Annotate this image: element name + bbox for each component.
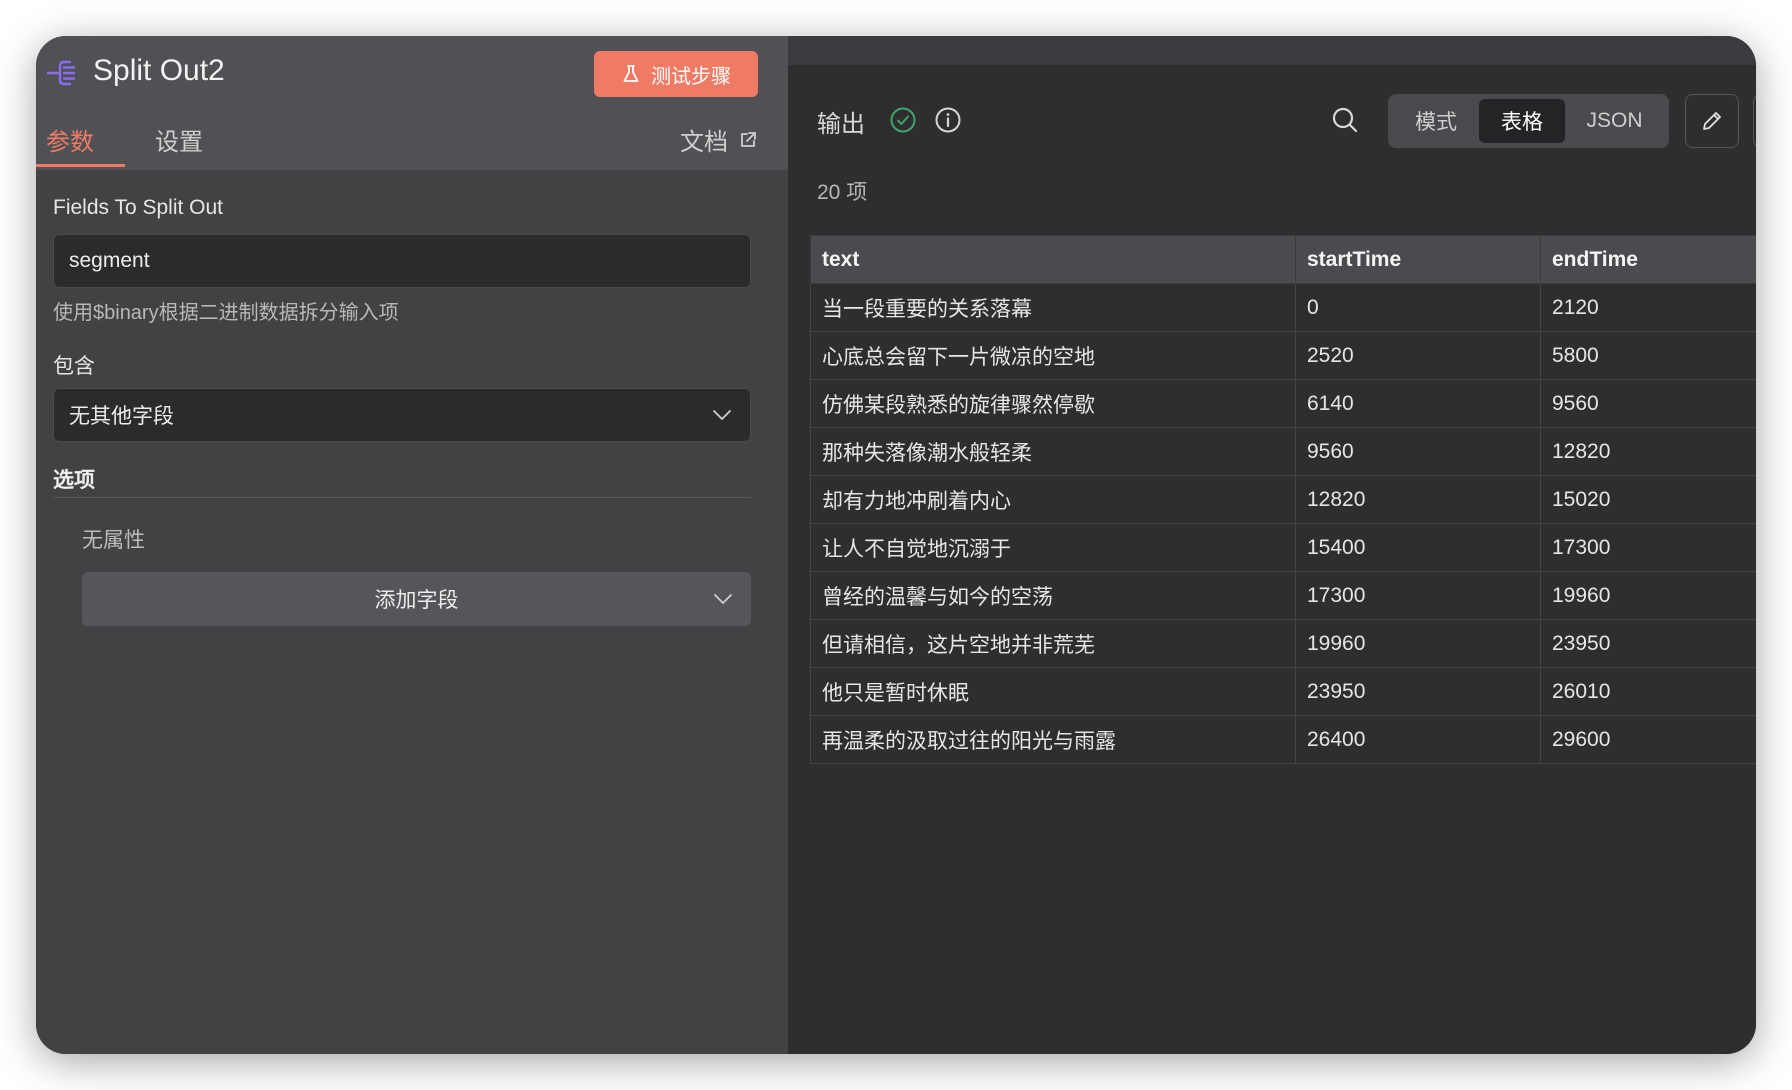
output-table: text startTime endTime 当一段重要的关系落幕 0 2120… bbox=[810, 235, 1756, 764]
column-header-starttime: startTime bbox=[1295, 235, 1541, 284]
table-row: 曾经的温馨与如今的空荡 17300 19960 bbox=[810, 571, 1756, 620]
app-window: Split Out2 测试步骤 参数 设置 文档 Fields To Split… bbox=[36, 36, 1756, 1054]
cell-starttime: 17300 bbox=[1295, 571, 1541, 620]
column-header-text: text bbox=[810, 235, 1296, 284]
docs-label: 文档 bbox=[680, 129, 728, 156]
options-title: 选项 bbox=[53, 469, 95, 492]
cell-text: 却有力地冲刷着内心 bbox=[810, 475, 1296, 524]
include-label: 包含 bbox=[53, 355, 95, 378]
docs-link[interactable]: 文档 bbox=[680, 122, 758, 157]
parameters-panel: Split Out2 测试步骤 参数 设置 文档 Fields To Split… bbox=[36, 36, 788, 1054]
tab-parameters[interactable]: 参数 bbox=[46, 122, 94, 157]
cell-endtime: 29600 bbox=[1540, 715, 1756, 764]
no-properties-text: 无属性 bbox=[82, 529, 145, 552]
cell-endtime: 9560 bbox=[1540, 379, 1756, 428]
fields-to-split-label: Fields To Split Out bbox=[53, 196, 224, 219]
external-link-icon bbox=[741, 131, 756, 147]
node-header: Split Out2 测试步骤 参数 设置 文档 bbox=[36, 36, 788, 170]
cell-text: 但请相信，这片空地并非荒芜 bbox=[810, 619, 1296, 668]
pin-output-button[interactable] bbox=[1753, 94, 1756, 148]
item-count: 20 项 bbox=[817, 181, 868, 204]
split-out-icon bbox=[46, 60, 76, 86]
table-row: 让人不自觉地沉溺于 15400 17300 bbox=[810, 523, 1756, 572]
output-panel: 输出 模式 表格 JSON 20 项 text startTime endTim… bbox=[788, 36, 1756, 1054]
cell-endtime: 26010 bbox=[1540, 667, 1756, 716]
binary-hint: 使用$binary根据二进制数据拆分输入项 bbox=[53, 302, 399, 324]
cell-text: 那种失落像潮水般轻柔 bbox=[810, 427, 1296, 476]
cell-text: 再温柔的汲取过往的阳光与雨露 bbox=[810, 715, 1296, 764]
table-row: 心底总会留下一片微凉的空地 2520 5800 bbox=[810, 331, 1756, 380]
cell-endtime: 15020 bbox=[1540, 475, 1756, 524]
add-field-button[interactable]: 添加字段 bbox=[82, 572, 751, 626]
cell-starttime: 12820 bbox=[1295, 475, 1541, 524]
cell-text: 当一段重要的关系落幕 bbox=[810, 283, 1296, 332]
view-mode-switcher: 模式 表格 JSON bbox=[1388, 94, 1669, 148]
output-title: 输出 bbox=[817, 111, 865, 138]
table-row: 但请相信，这片空地并非荒芜 19960 23950 bbox=[810, 619, 1756, 668]
cell-starttime: 6140 bbox=[1295, 379, 1541, 428]
check-circle-icon bbox=[890, 107, 916, 133]
cell-starttime: 23950 bbox=[1295, 667, 1541, 716]
output-topbar bbox=[788, 36, 1756, 65]
add-field-label: 添加字段 bbox=[374, 589, 459, 612]
cell-text: 曾经的温馨与如今的空荡 bbox=[810, 571, 1296, 620]
table-row: 那种失落像潮水般轻柔 9560 12820 bbox=[810, 427, 1756, 476]
table-row: 他只是暂时休眠 23950 26010 bbox=[810, 667, 1756, 716]
search-icon[interactable] bbox=[1331, 106, 1359, 134]
table-row: 却有力地冲刷着内心 12820 15020 bbox=[810, 475, 1756, 524]
cell-starttime: 19960 bbox=[1295, 619, 1541, 668]
cell-endtime: 2120 bbox=[1540, 283, 1756, 332]
node-title: Split Out2 bbox=[93, 54, 225, 87]
flask-icon bbox=[623, 65, 639, 82]
fields-to-split-input[interactable]: segment bbox=[53, 234, 751, 288]
active-tab-indicator bbox=[36, 164, 125, 167]
tab-settings[interactable]: 设置 bbox=[155, 122, 203, 157]
cell-starttime: 15400 bbox=[1295, 523, 1541, 572]
table-row: 再温柔的汲取过往的阳光与雨露 26400 29600 bbox=[810, 715, 1756, 764]
cell-endtime: 23950 bbox=[1540, 619, 1756, 668]
include-select[interactable]: 无其他字段 bbox=[53, 388, 751, 442]
cell-text: 心底总会留下一片微凉的空地 bbox=[810, 331, 1296, 380]
view-mode-json[interactable]: JSON bbox=[1565, 99, 1664, 143]
edit-output-button[interactable] bbox=[1685, 94, 1739, 148]
test-step-label: 测试步骤 bbox=[651, 65, 731, 88]
column-header-endtime: endTime bbox=[1540, 235, 1756, 284]
cell-text: 让人不自觉地沉溺于 bbox=[810, 523, 1296, 572]
options-divider bbox=[53, 497, 751, 498]
view-mode-table[interactable]: 表格 bbox=[1479, 99, 1565, 143]
cell-starttime: 26400 bbox=[1295, 715, 1541, 764]
cell-endtime: 5800 bbox=[1540, 331, 1756, 380]
cell-text: 他只是暂时休眠 bbox=[810, 667, 1296, 716]
cell-endtime: 19960 bbox=[1540, 571, 1756, 620]
cell-endtime: 12820 bbox=[1540, 427, 1756, 476]
chevron-down-icon bbox=[714, 594, 732, 605]
include-value: 无其他字段 bbox=[69, 405, 174, 428]
cell-starttime: 0 bbox=[1295, 283, 1541, 332]
chevron-down-icon bbox=[713, 410, 731, 421]
cell-starttime: 9560 bbox=[1295, 427, 1541, 476]
view-mode-schema[interactable]: 模式 bbox=[1393, 99, 1479, 143]
cell-endtime: 17300 bbox=[1540, 523, 1756, 572]
cell-starttime: 2520 bbox=[1295, 331, 1541, 380]
table-row: 仿佛某段熟悉的旋律骤然停歇 6140 9560 bbox=[810, 379, 1756, 428]
info-icon[interactable] bbox=[934, 106, 962, 134]
cell-text: 仿佛某段熟悉的旋律骤然停歇 bbox=[810, 379, 1296, 428]
table-header-row: text startTime endTime bbox=[810, 235, 1756, 284]
test-step-button[interactable]: 测试步骤 bbox=[594, 51, 758, 97]
table-row: 当一段重要的关系落幕 0 2120 bbox=[810, 283, 1756, 332]
pencil-icon bbox=[1703, 112, 1721, 130]
